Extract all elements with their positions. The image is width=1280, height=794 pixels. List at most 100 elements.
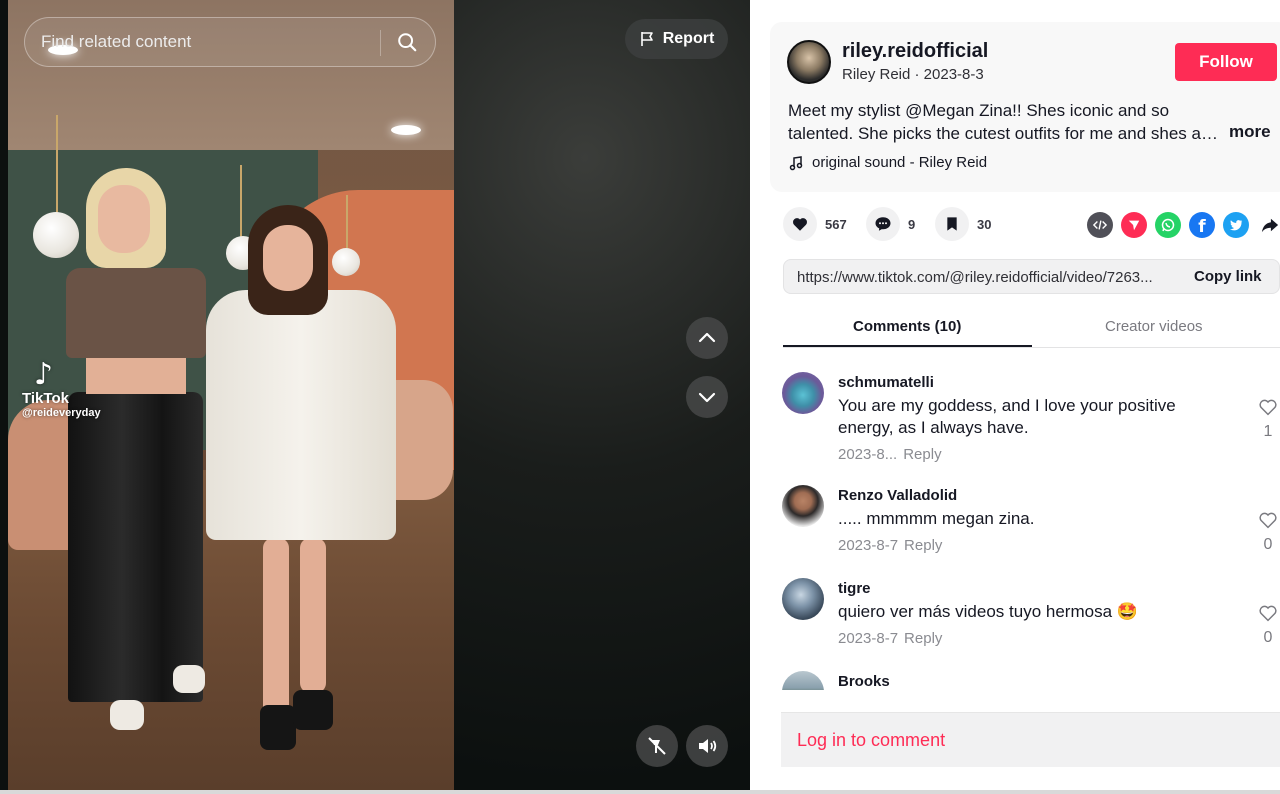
window-bottom-edge <box>0 790 1280 794</box>
volume-button[interactable] <box>686 725 728 767</box>
whatsapp-icon[interactable] <box>1155 212 1181 238</box>
person-left-top <box>66 268 206 358</box>
comment-date: 2023-8-7 <box>838 630 899 647</box>
previous-video-button[interactable] <box>686 317 728 359</box>
person-left-pants <box>68 392 203 702</box>
active-tab-indicator <box>783 345 1032 347</box>
like-button[interactable]: 567 <box>783 207 847 241</box>
video-frame[interactable]: ♪ TikTok @reideveryday <box>8 0 454 790</box>
more-link[interactable]: more <box>1229 122 1271 142</box>
person-right-leg <box>300 538 326 693</box>
volume-icon <box>699 739 717 753</box>
comment-like-button[interactable]: 0 <box>1256 511 1280 554</box>
comment-meta: 2023-8... Reply <box>838 446 942 463</box>
like-button-circle <box>783 207 817 241</box>
pendant-lamp <box>33 212 79 258</box>
comment-date: 2023-8... <box>838 446 898 463</box>
lamp-cord <box>346 195 348 250</box>
video-player[interactable]: ♪ TikTok @reideveryday Report <box>0 0 750 790</box>
commenter-name[interactable]: schmumatelli <box>838 374 934 391</box>
twitter-bird-glyph <box>1229 220 1243 231</box>
person-left-shoe <box>110 700 144 730</box>
comment-item: Brooks <box>782 659 1280 690</box>
follow-button[interactable]: Follow <box>1175 43 1277 81</box>
comment-button-circle <box>866 207 900 241</box>
commenter-avatar[interactable] <box>782 578 824 620</box>
pendant-lamp <box>332 248 360 276</box>
comment-like-button[interactable]: 1 <box>1256 398 1280 441</box>
bookmark-icon <box>947 217 957 231</box>
next-video-button[interactable] <box>686 376 728 418</box>
search-button[interactable] <box>387 22 427 62</box>
panel-tabs: Comments (10) Creator videos <box>783 306 1280 348</box>
report-button[interactable]: Report <box>625 19 728 59</box>
commenter-avatar[interactable] <box>782 485 824 527</box>
person-left-torso <box>86 356 186 394</box>
comment-like-count: 0 <box>1263 536 1273 553</box>
flag-icon <box>640 32 653 46</box>
login-to-comment-link[interactable]: Log in to comment <box>797 730 945 751</box>
action-bar: 567 9 30 f <box>780 207 1280 243</box>
save-button[interactable]: 30 <box>935 207 991 241</box>
commenter-name[interactable]: tigre <box>838 580 871 597</box>
heart-outline-icon <box>1259 605 1277 622</box>
reply-button[interactable]: Reply <box>904 537 942 554</box>
commenter-name[interactable]: Brooks <box>838 673 890 690</box>
chevron-up-icon <box>698 332 716 343</box>
comment-count: 9 <box>908 216 916 232</box>
comment-text: You are my goddess, and I love your posi… <box>838 396 1176 437</box>
ceiling-light <box>391 125 421 135</box>
whatsapp-glyph <box>1161 218 1175 232</box>
search-input[interactable] <box>41 32 341 52</box>
lamp-cord <box>240 165 242 237</box>
comment-item: schmumatelli You are my goddess, and I l… <box>782 360 1280 472</box>
report-label: Report <box>662 30 715 47</box>
watermark-brand: TikTok <box>22 390 69 407</box>
share-arrow-icon[interactable] <box>1257 212 1280 238</box>
save-button-circle <box>935 207 969 241</box>
person-right-face <box>263 225 313 291</box>
comment-like-count: 1 <box>1263 423 1273 440</box>
share-arrow-glyph <box>1261 218 1279 233</box>
floating-player-button[interactable] <box>636 725 678 767</box>
save-count: 30 <box>977 216 992 232</box>
facebook-glyph: f <box>1198 217 1206 237</box>
comment-list[interactable]: schmumatelli You are my goddess, and I l… <box>750 360 1280 690</box>
tab-comments[interactable]: Comments (10) <box>853 318 961 335</box>
commenter-name[interactable]: Renzo Valladolid <box>838 487 957 504</box>
music-link[interactable]: original sound - Riley Reid <box>788 154 987 171</box>
search-divider <box>380 30 381 56</box>
reply-button[interactable]: Reply <box>903 446 941 463</box>
music-note-icon <box>789 155 803 170</box>
copy-link-button[interactable]: Copy link <box>1194 268 1262 285</box>
comment-like-count: 0 <box>1263 629 1273 646</box>
author-avatar[interactable] <box>787 40 831 84</box>
twitter-icon[interactable] <box>1223 212 1249 238</box>
comment-button[interactable]: 9 <box>866 207 915 241</box>
reply-button[interactable]: Reply <box>904 630 942 647</box>
search-bar[interactable] <box>24 17 436 67</box>
author-meta: Riley Reid · 2023-8-3 <box>842 66 984 83</box>
description-card: riley.reidofficial Riley Reid · 2023-8-3… <box>770 22 1280 192</box>
send-icon[interactable] <box>1121 212 1147 238</box>
tab-creator-videos[interactable]: Creator videos <box>1105 318 1203 335</box>
embed-icon[interactable] <box>1087 212 1113 238</box>
comment-like-button[interactable]: 0 <box>1256 604 1280 647</box>
comment-item: Renzo Valladolid ..... mmmmm megan zina.… <box>782 473 1280 565</box>
commenter-avatar[interactable] <box>782 372 824 414</box>
commenter-avatar[interactable] <box>782 671 824 690</box>
person-right-shoe <box>260 705 296 750</box>
facebook-icon[interactable]: f <box>1189 212 1215 238</box>
comment-item: tigre quiero ver más videos tuyo hermosa… <box>782 566 1280 658</box>
tiktok-watermark: ♪ TikTok @reideveryday <box>22 360 101 420</box>
person-right-leg <box>263 538 289 718</box>
video-url[interactable]: https://www.tiktok.com/@riley.reidoffici… <box>797 269 1172 286</box>
author-handle[interactable]: riley.reidofficial <box>842 40 988 63</box>
heart-outline-icon <box>1259 512 1277 529</box>
search-icon <box>398 33 417 52</box>
like-count: 567 <box>825 216 847 232</box>
copy-link-bar: https://www.tiktok.com/@riley.reidoffici… <box>783 259 1280 294</box>
tiktok-video-page: ♪ TikTok @reideveryday Report <box>0 0 1280 794</box>
music-title: original sound - Riley Reid <box>812 154 988 171</box>
comment-text: ..... mmmmm megan zina. <box>838 509 1035 528</box>
